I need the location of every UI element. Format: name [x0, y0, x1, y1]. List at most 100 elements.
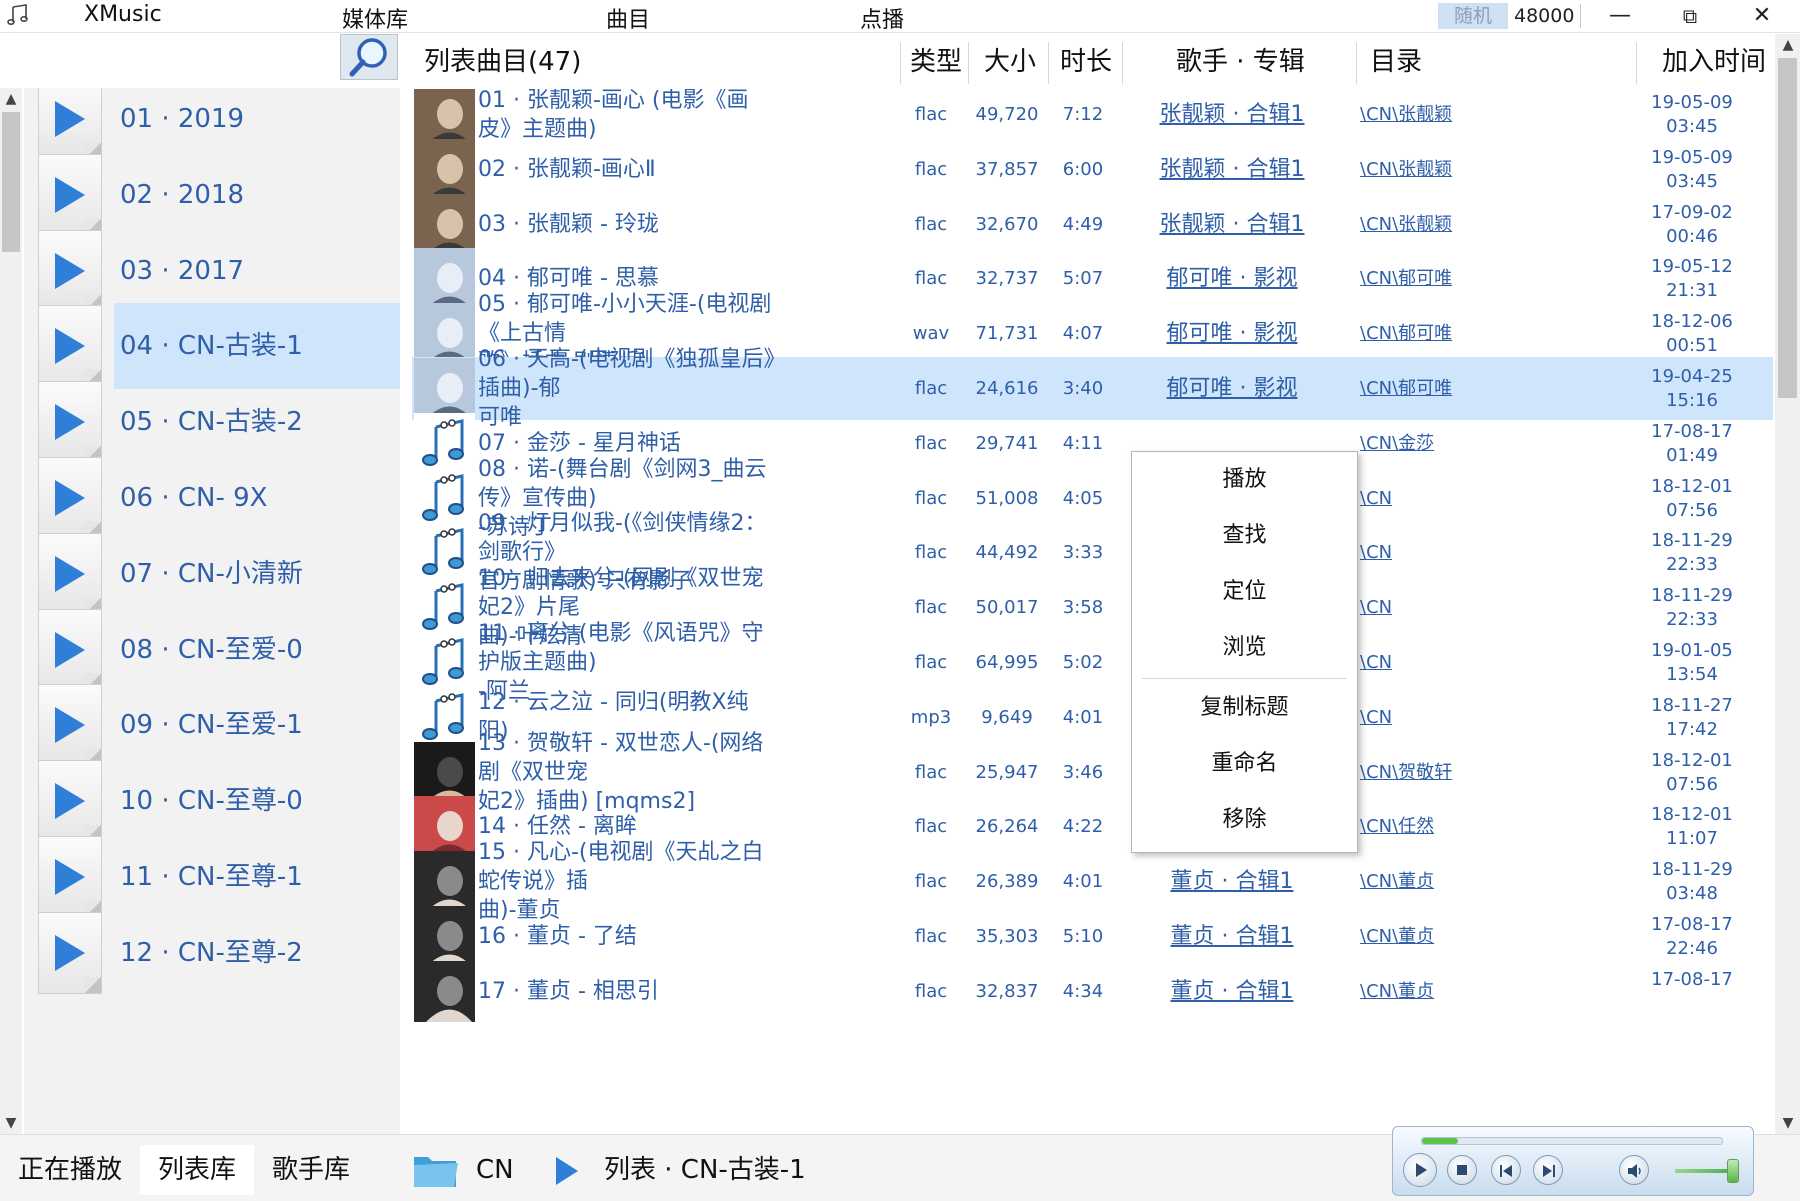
track-artist-link[interactable]: 董贞 · 合辑1: [1132, 905, 1332, 968]
tab-artist-library[interactable]: 歌手库: [254, 1145, 368, 1195]
track-row[interactable]: 15 · 凡心-(电视剧《天乩之白蛇传说》插 曲)-董贞 flac 26,389 4:0…: [412, 840, 1773, 923]
random-toggle-button[interactable]: 随机: [1438, 3, 1508, 29]
menu-item-locate[interactable]: 定位: [1132, 564, 1357, 620]
menu-item-play[interactable]: 播放: [1132, 452, 1357, 508]
menu-item-remove[interactable]: 移除: [1132, 792, 1357, 848]
track-row[interactable]: 13 · 贺敬轩 - 双世恋人-(网络剧《双世宠 妃2》插曲) [mqms2] fl…: [412, 731, 1773, 814]
track-dir-link[interactable]: \CN\郁可唯: [1360, 302, 1580, 365]
music-note-icon: [422, 418, 464, 466]
volume-slider[interactable]: [1675, 1169, 1731, 1173]
track-scrollbar[interactable]: ▲ ▼: [1775, 34, 1800, 1134]
track-row[interactable]: 16 · 董贞 - 了结 flac 35,303 5:10 董贞 · 合辑1 \CN\董贞…: [412, 905, 1773, 968]
menu-tracks[interactable]: 曲目: [606, 2, 650, 34]
track-dir-link[interactable]: \CN: [1360, 576, 1580, 639]
playlist-scrollbar[interactable]: ▲ ▼: [0, 88, 22, 1134]
volume-slider-handle[interactable]: [1727, 1159, 1739, 1183]
track-dir-link[interactable]: \CN\张靓颖: [1360, 193, 1580, 256]
col-added-header[interactable]: 加入时间: [1662, 34, 1766, 90]
search-input[interactable]: [0, 34, 338, 80]
track-dir-link[interactable]: \CN: [1360, 686, 1580, 749]
column-divider: [1356, 42, 1357, 84]
playlist-item[interactable]: 12 · CN-至尊-2: [24, 910, 400, 996]
track-row[interactable]: 11 · 离兮-(电影《风语咒》守护版主题曲) -阿兰 flac 64,995 5:02…: [412, 621, 1773, 704]
playlist-item[interactable]: 10 · CN-至尊-0: [24, 758, 400, 844]
track-row[interactable]: 06 · 天高-(电视剧《独孤皇后》插曲)-郁 可唯 flac 24,616 3:40 郁…: [412, 347, 1773, 430]
close-button[interactable]: ✕: [1732, 0, 1792, 32]
playlist-item[interactable]: 11 · CN-至尊-1: [24, 834, 400, 920]
track-dir-link[interactable]: \CN\任然: [1360, 795, 1580, 858]
tab-playlist-library[interactable]: 列表库: [140, 1145, 254, 1195]
col-title-header[interactable]: 列表曲目(47): [424, 34, 581, 90]
minimize-button[interactable]: —: [1590, 0, 1650, 32]
menu-media-library[interactable]: 媒体库: [342, 2, 408, 34]
playlist-item[interactable]: 09 · CN-至爱-1: [24, 682, 400, 768]
track-dir-link[interactable]: \CN: [1360, 521, 1580, 584]
added-date: 18-11-29: [1651, 585, 1733, 607]
track-dir-link[interactable]: \CN\郁可唯: [1360, 357, 1580, 420]
mute-button[interactable]: [1619, 1155, 1649, 1185]
playlist-item[interactable]: 06 · CN- 9X: [24, 455, 400, 541]
restore-button[interactable]: ⧉: [1660, 0, 1720, 32]
menu-item-find[interactable]: 查找: [1132, 508, 1357, 564]
search-button[interactable]: [340, 34, 398, 80]
progress-bar[interactable]: [1421, 1137, 1723, 1145]
tab-now-playing[interactable]: 正在播放: [0, 1145, 140, 1195]
col-size-header[interactable]: 大小: [984, 34, 1036, 90]
next-button[interactable]: [1533, 1155, 1563, 1185]
playlist-item[interactable]: 08 · CN-至爱-0: [24, 607, 400, 693]
scroll-up-arrow-icon[interactable]: ▲: [0, 88, 22, 110]
play-triangle-icon: [55, 859, 85, 895]
breadcrumb-folder[interactable]: CN: [476, 1145, 514, 1195]
track-dir-link[interactable]: \CN\张靓颖: [1360, 138, 1580, 201]
scroll-down-arrow-icon[interactable]: ▼: [0, 1112, 22, 1134]
breadcrumb-playlist[interactable]: 列表 · CN-古装-1: [604, 1145, 806, 1195]
track-dir-link[interactable]: \CN\金莎: [1360, 412, 1580, 475]
stop-button[interactable]: [1447, 1155, 1477, 1185]
playlist-file-icon: [38, 229, 102, 312]
track-dir-link[interactable]: \CN: [1360, 467, 1580, 530]
track-size: 64,995: [975, 652, 1039, 673]
playlist-item[interactable]: 02 · 2018: [24, 152, 400, 238]
track-added-time: 18-11-27 17:42: [1642, 694, 1742, 742]
col-type-header[interactable]: 类型: [910, 34, 962, 90]
track-dir-link[interactable]: \CN: [1360, 631, 1580, 694]
track-artist-link[interactable]: 董贞 · 合辑1: [1132, 960, 1332, 1023]
previous-button[interactable]: [1491, 1155, 1521, 1185]
track-row[interactable]: 17 · 董贞 - 相思引 flac 32,837 4:34 董贞 · 合辑1 \CN\董…: [412, 960, 1773, 1023]
track-dir-link[interactable]: \CN\董贞: [1360, 850, 1580, 913]
col-artist-header[interactable]: 歌手 · 专辑: [1176, 34, 1305, 90]
track-duration: 5:07: [1062, 268, 1104, 290]
play-button[interactable]: [1403, 1153, 1437, 1187]
playlist-item[interactable]: 03 · 2017: [24, 228, 400, 314]
scrollbar-thumb[interactable]: [2, 112, 20, 252]
track-row[interactable]: 03 · 张靓颖 - 玲珑 flac 32,670 4:49 张靓颖 · 合辑1 \CN\…: [412, 193, 1773, 256]
track-artist-link[interactable]: 郁可唯 · 影视: [1132, 302, 1332, 365]
folder-icon[interactable]: [412, 1149, 460, 1191]
scroll-down-arrow-icon[interactable]: ▼: [1777, 1112, 1799, 1134]
track-artist-link[interactable]: 张靓颖 · 合辑1: [1132, 193, 1332, 256]
track-dir-link[interactable]: \CN\董贞: [1360, 905, 1580, 968]
track-artist-link[interactable]: 郁可唯 · 影视: [1132, 357, 1332, 420]
menu-on-demand[interactable]: 点播: [860, 2, 904, 34]
track-artist-link[interactable]: 张靓颖 · 合辑1: [1132, 138, 1332, 201]
track-title-line: 14 · 任然 - 离眸: [478, 814, 637, 840]
scrollbar-thumb[interactable]: [1778, 58, 1797, 398]
track-dir-link[interactable]: \CN\贺敬轩: [1360, 741, 1580, 804]
col-dir-header[interactable]: 目录: [1370, 34, 1422, 90]
track-artist-link[interactable]: 董贞 · 合辑1: [1132, 850, 1332, 913]
scroll-up-arrow-icon[interactable]: ▲: [1777, 34, 1799, 56]
track-row[interactable]: 02 · 张靓颖-画心Ⅱ flac 37,857 6:00 张靓颖 · 合辑1 \CN\张…: [412, 138, 1773, 201]
track-duration: 6:00: [1062, 158, 1104, 180]
track-artist-link[interactable]: 郁可唯 · 影视: [1132, 247, 1332, 310]
menu-item-browse[interactable]: 浏览: [1132, 620, 1357, 676]
col-duration-header[interactable]: 时长: [1060, 34, 1112, 90]
menu-item-copy-title[interactable]: 复制标题: [1132, 680, 1357, 736]
playlist-item[interactable]: 07 · CN-小清新: [24, 531, 400, 617]
playlist-item-label: 03 · 2017: [120, 255, 245, 286]
playlist-item[interactable]: 04 · CN-古装-1: [24, 303, 400, 390]
track-size: 24,616: [975, 378, 1039, 399]
track-dir-link[interactable]: \CN\郁可唯: [1360, 247, 1580, 310]
playlist-item[interactable]: 05 · CN-古装-2: [24, 379, 400, 465]
menu-item-rename[interactable]: 重命名: [1132, 736, 1357, 792]
track-dir-link[interactable]: \CN\董贞: [1360, 960, 1580, 1023]
